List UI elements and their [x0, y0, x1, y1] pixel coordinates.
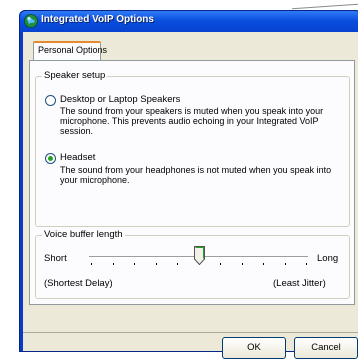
- voice-buffer-legend: Voice buffer length: [42, 229, 125, 240]
- cancel-button[interactable]: Cancel: [294, 337, 358, 359]
- headset-radio-selected-dot: [48, 156, 53, 161]
- slider-tick: [285, 263, 286, 265]
- ok-button[interactable]: OK: [222, 337, 286, 359]
- speakers-radio[interactable]: [45, 95, 56, 106]
- tab-panel: Speaker setup Desktop or Laptop Speakers…: [29, 60, 355, 305]
- tab-label: Personal Options: [38, 45, 108, 55]
- options-dialog: Integrated VoIP Options Personal Options…: [19, 10, 358, 359]
- dialog-client-area: Personal Options Speaker setup Desktop o…: [23, 32, 358, 359]
- slider-tick: [242, 263, 243, 265]
- tab-personal-options[interactable]: Personal Options: [33, 41, 107, 60]
- slider-tick: [220, 263, 221, 265]
- window-title: Integrated VoIP Options: [41, 14, 154, 25]
- voice-buffer-group: Voice buffer length Short Long (Shortest…: [35, 229, 350, 299]
- button-area-divider: [23, 332, 358, 333]
- slider-tick: [134, 263, 135, 265]
- slider-min-label: Short: [44, 253, 67, 264]
- speakers-description: The sound from your speakers is muted wh…: [60, 106, 324, 136]
- voip-globe-icon: [24, 14, 38, 28]
- least-jitter-caption: (Least Jitter): [273, 278, 326, 289]
- slider-max-label: Long: [317, 253, 339, 264]
- slider-tick: [156, 263, 157, 265]
- slider-tick: [91, 263, 92, 265]
- slider-tick: [306, 263, 307, 265]
- speaker-setup-group: Speaker setup Desktop or Laptop Speakers…: [35, 70, 350, 227]
- speakers-label[interactable]: Desktop or Laptop Speakers: [60, 94, 180, 105]
- slider-tick: [177, 263, 178, 265]
- background-line: [292, 3, 358, 10]
- headset-label[interactable]: Headset: [60, 152, 95, 163]
- slider-thumb[interactable]: [194, 246, 205, 265]
- slider-tick: [263, 263, 264, 265]
- shortest-delay-caption: (Shortest Delay): [44, 278, 113, 289]
- title-bar[interactable]: Integrated VoIP Options: [20, 11, 358, 32]
- headset-radio[interactable]: [45, 153, 56, 164]
- slider-tick: [113, 263, 114, 265]
- speaker-setup-legend: Speaker setup: [42, 70, 108, 81]
- voice-buffer-slider[interactable]: [89, 246, 308, 268]
- headset-description: The sound from your headphones is not mu…: [60, 165, 332, 185]
